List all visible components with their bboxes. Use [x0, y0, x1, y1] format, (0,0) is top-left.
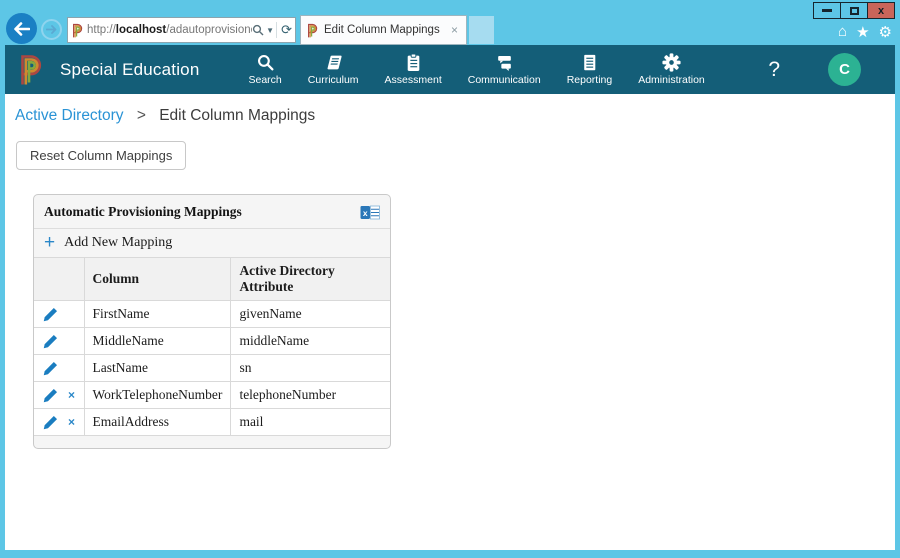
table-row: FirstName givenName	[34, 301, 390, 328]
search-icon	[256, 53, 275, 72]
address-dropdown-icon[interactable]: ▼	[266, 26, 274, 35]
main-nav: Search Curriculum	[236, 53, 718, 86]
minimize-button[interactable]	[813, 2, 841, 19]
svg-text:x: x	[363, 207, 368, 217]
tab-close-icon[interactable]: ×	[449, 23, 460, 37]
title-bar[interactable]: x http://localhost/adautoprovisionedit	[5, 0, 895, 45]
back-arrow-icon	[13, 22, 30, 36]
address-bar[interactable]: http://localhost/adautoprovisionedit ▼ ⟳	[67, 17, 296, 43]
user-avatar[interactable]: C	[828, 53, 861, 86]
edit-icon[interactable]	[43, 415, 58, 430]
table-header-row: Column Active Directory Attribute	[34, 258, 390, 301]
table-row: × EmailAddress mail	[34, 409, 390, 436]
table-row: LastName sn	[34, 355, 390, 382]
mappings-table: Column Active Directory Attribute FirstN…	[34, 257, 390, 436]
delete-icon[interactable]: ×	[68, 416, 75, 428]
table-row: × WorkTelephoneNumber telephoneNumber	[34, 382, 390, 409]
add-icon: +	[44, 236, 55, 250]
new-tab-button[interactable]	[469, 16, 494, 44]
edit-icon[interactable]	[43, 334, 58, 349]
book-icon	[324, 53, 343, 72]
mappings-panel: Automatic Provisioning Mappings x + Add …	[33, 194, 391, 449]
actions-column-header	[34, 258, 84, 301]
delete-icon[interactable]: ×	[68, 389, 75, 401]
help-icon[interactable]: ?	[768, 58, 780, 82]
nav-item-administration[interactable]: Administration	[625, 53, 718, 86]
home-icon[interactable]: ⌂	[838, 23, 847, 41]
table-row: MiddleName middleName	[34, 328, 390, 355]
app-header: Special Education Search	[5, 45, 895, 94]
settings-icon[interactable]: ⚙	[879, 23, 892, 41]
export-excel-button[interactable]: x	[360, 205, 380, 220]
close-icon: x	[878, 5, 884, 17]
page-content: Active Directory > Edit Column Mappings …	[5, 94, 895, 550]
gear-icon	[662, 53, 681, 72]
app-logo-icon	[19, 53, 45, 86]
edit-icon[interactable]	[43, 361, 58, 376]
back-button[interactable]	[6, 13, 37, 44]
search-url-icon[interactable]	[252, 24, 264, 36]
close-button[interactable]: x	[867, 2, 895, 19]
edit-icon[interactable]	[43, 388, 58, 403]
tab-title: Edit Column Mappings	[324, 24, 449, 36]
forward-button[interactable]	[41, 19, 62, 40]
excel-icon: x	[360, 205, 380, 220]
nav-item-reporting[interactable]: Reporting	[554, 53, 626, 86]
nav-item-assessment[interactable]: Assessment	[372, 53, 455, 86]
clipboard-icon	[404, 53, 423, 72]
minimize-icon	[822, 9, 832, 12]
breadcrumb: Active Directory > Edit Column Mappings	[5, 94, 895, 136]
reset-column-mappings-button[interactable]: Reset Column Mappings	[16, 141, 186, 170]
column-header: Column	[84, 258, 231, 301]
site-favicon	[72, 23, 84, 38]
nav-item-curriculum[interactable]: Curriculum	[295, 53, 372, 86]
browser-window: x http://localhost/adautoprovisionedit	[0, 0, 900, 558]
add-new-mapping-link[interactable]: + Add New Mapping	[34, 228, 390, 257]
url-text: http://localhost/adautoprovisionedit	[87, 24, 252, 36]
nav-item-communication[interactable]: Communication	[455, 53, 554, 86]
maximize-button[interactable]	[840, 2, 868, 19]
favorites-icon[interactable]: ★	[856, 23, 869, 41]
breadcrumb-link-active-directory[interactable]: Active Directory	[15, 107, 124, 124]
attribute-header: Active Directory Attribute	[231, 258, 390, 301]
edit-icon[interactable]	[43, 307, 58, 322]
refresh-icon[interactable]: ⟳	[276, 22, 292, 38]
panel-title: Automatic Provisioning Mappings	[44, 204, 242, 220]
forward-arrow-icon	[46, 25, 57, 34]
window-controls: x	[814, 2, 895, 19]
nav-item-search[interactable]: Search	[236, 53, 295, 86]
page-title: Edit Column Mappings	[159, 107, 315, 124]
breadcrumb-separator: >	[137, 107, 146, 124]
tab-favicon	[307, 23, 319, 38]
browser-tab[interactable]: Edit Column Mappings ×	[300, 15, 467, 45]
communication-icon	[495, 53, 514, 72]
app-title: Special Education	[60, 60, 200, 80]
report-icon	[580, 53, 599, 72]
maximize-icon	[850, 7, 859, 15]
